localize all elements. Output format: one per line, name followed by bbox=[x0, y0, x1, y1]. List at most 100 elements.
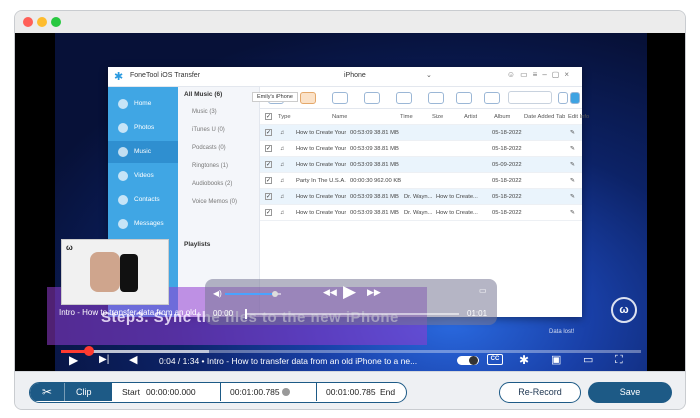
playlists-heading: Playlists bbox=[184, 241, 211, 248]
refresh-icon bbox=[396, 92, 412, 104]
chevron-down-icon: ⌄ bbox=[426, 72, 432, 79]
table-cell-date: 05-18-2022 bbox=[492, 194, 522, 200]
table-cell-date: 05-18-2022 bbox=[492, 146, 522, 152]
segment-divider bbox=[316, 383, 317, 401]
row-checkbox: ✓ bbox=[265, 129, 272, 136]
table-row: ✓ ♫ Party In The U.S.A. 00:00:30 962.00 KB 05… bbox=[260, 173, 582, 189]
category-item: iTunes U (0) bbox=[192, 127, 225, 133]
ringtone-icon bbox=[428, 92, 444, 104]
start-time-field[interactable]: 00:00:00.000 bbox=[146, 386, 196, 398]
toggle-knob bbox=[469, 356, 478, 365]
recorded-sidebar-item: Photos bbox=[108, 117, 178, 139]
video-player[interactable]: ✱ FoneTool iOS Transfer iPhone ⌄ ☺▭≡–▢× … bbox=[15, 33, 685, 371]
photos-icon bbox=[118, 123, 128, 133]
next-track-icon[interactable]: ▶▶ bbox=[367, 287, 381, 298]
recorded-window-icons: ☺▭≡–▢× bbox=[506, 70, 574, 79]
table-cell-name: How to Create Your Lif... bbox=[296, 210, 346, 216]
volume-mute-icon[interactable]: ◀ bbox=[129, 353, 137, 367]
recorded-app-header: ✱ FoneTool iOS Transfer iPhone ⌄ ☺▭≡–▢× bbox=[108, 67, 582, 87]
chapter-title[interactable]: Intro - How to transfer data from an old… bbox=[207, 356, 417, 366]
column-header: Name bbox=[332, 114, 348, 120]
home-icon bbox=[118, 99, 128, 109]
music-type-icon: ♫ bbox=[280, 194, 285, 200]
table-row: ✓♫How to Create Your Lif...00:53:0938.81… bbox=[260, 141, 582, 157]
play-icon[interactable]: ▶ bbox=[69, 353, 78, 367]
category-item: Voice Memos (0) bbox=[192, 199, 238, 205]
search-icon bbox=[508, 91, 552, 104]
fonetool-logo-icon: ✱ bbox=[114, 71, 124, 83]
miniplayer-icon[interactable]: ▣ bbox=[551, 353, 561, 367]
grid-view-icon bbox=[558, 92, 568, 104]
column-header: Album bbox=[494, 114, 511, 120]
scissors-icon: ✂ bbox=[42, 385, 53, 399]
volume-knob[interactable] bbox=[272, 291, 278, 297]
recorded-app-name: FoneTool iOS Transfer bbox=[130, 72, 201, 79]
clock-icon bbox=[281, 388, 290, 396]
table-cell-size: 38.81 MB bbox=[374, 130, 399, 136]
column-header: Tab bbox=[556, 114, 566, 120]
messages-icon bbox=[118, 219, 128, 229]
mini-play-icon[interactable]: ▶ bbox=[343, 282, 356, 302]
category-heading: All Music (6) bbox=[184, 91, 223, 98]
column-header: Size bbox=[432, 114, 444, 120]
music-icon bbox=[118, 147, 128, 157]
table-cell-name: Party In The U.S.A. bbox=[296, 178, 346, 184]
recorded-toolbar bbox=[260, 87, 582, 109]
clip-button[interactable]: ✂ Clip bbox=[30, 383, 112, 401]
fonetool-logo-watermark-icon: ω bbox=[611, 297, 637, 323]
end-time-field[interactable]: 00:01:00.785 bbox=[326, 386, 376, 398]
table-cell-album: How to Create... bbox=[436, 194, 478, 200]
row-checkbox: ✓ bbox=[265, 193, 272, 200]
duration-field: 00:01:00.785 bbox=[230, 386, 290, 398]
time-separator: • bbox=[201, 356, 205, 366]
mini-seek-knob[interactable] bbox=[245, 309, 247, 319]
captions-button[interactable]: CC bbox=[487, 354, 503, 365]
music-type-icon: ♫ bbox=[280, 146, 285, 152]
time-readout: 0:04 / 1:34 bbox=[159, 356, 200, 366]
re-record-button[interactable]: Re-Record bbox=[499, 382, 581, 403]
table-cell-name: How to Create Your Lif... bbox=[296, 194, 346, 200]
minimize-window-button[interactable] bbox=[37, 17, 47, 27]
start-label: Start bbox=[122, 387, 140, 397]
duration-value: 00:01:00.785 bbox=[230, 387, 280, 397]
recorded-sidebar-item: Home bbox=[108, 93, 178, 115]
airplay-icon[interactable]: ▭ bbox=[479, 286, 487, 295]
title-bar bbox=[15, 11, 685, 33]
fullscreen-icon[interactable]: ⛶ bbox=[615, 353, 623, 367]
folder-icon bbox=[484, 92, 500, 104]
volume-icon[interactable]: ◀) bbox=[213, 289, 222, 298]
recorded-sidebar-label: Music bbox=[134, 148, 151, 155]
column-header: Date Added bbox=[524, 114, 555, 120]
mini-player-overlay[interactable]: ◀) ◀◀ ▶ ▶▶ ▭ 00:00 01:01 bbox=[205, 279, 497, 325]
category-item: Ringtones (1) bbox=[192, 163, 229, 169]
table-row: ✓♫How to Create Your Lif...00:53:0938.81… bbox=[260, 157, 582, 173]
table-cell-size: 962.00 KB bbox=[374, 178, 402, 184]
autoplay-toggle[interactable] bbox=[457, 356, 479, 365]
previous-icon[interactable]: ◀◀ bbox=[323, 287, 337, 298]
row-checkbox: ✓ bbox=[265, 145, 272, 152]
category-item: Audiobooks (2) bbox=[192, 181, 233, 187]
save-button[interactable]: Save bbox=[588, 382, 672, 403]
recorded-sidebar-label: Photos bbox=[134, 124, 155, 131]
table-cell-size: 38.81 MB bbox=[374, 146, 399, 152]
table-cell-date: 05-18-2022 bbox=[492, 130, 522, 136]
row-checkbox: ✓ bbox=[265, 209, 272, 216]
hand-image bbox=[90, 252, 120, 292]
settings-icon[interactable]: ✱ bbox=[519, 353, 529, 367]
theater-icon[interactable]: ▭ bbox=[583, 353, 593, 367]
mini-seek-bar[interactable] bbox=[245, 309, 459, 319]
data-lost-text: Data lost! bbox=[549, 329, 575, 335]
mini-current-time: 00:00 bbox=[213, 309, 234, 318]
table-cell-name: How to Create Your Lif... bbox=[296, 130, 346, 136]
segment-divider bbox=[220, 383, 221, 401]
close-window-button[interactable] bbox=[23, 17, 33, 27]
next-icon[interactable]: ▶| bbox=[99, 353, 109, 367]
edit-icon: ✎ bbox=[570, 162, 575, 168]
videos-icon bbox=[118, 171, 128, 181]
volume-slider[interactable] bbox=[225, 291, 281, 297]
zoom-window-button[interactable] bbox=[51, 17, 61, 27]
table-cell-artist: Dr. Wayn... bbox=[404, 194, 433, 200]
music-type-icon: ♫ bbox=[280, 178, 285, 184]
select-all-checkbox: ✓ bbox=[265, 113, 272, 120]
column-header: Artist bbox=[464, 114, 478, 120]
